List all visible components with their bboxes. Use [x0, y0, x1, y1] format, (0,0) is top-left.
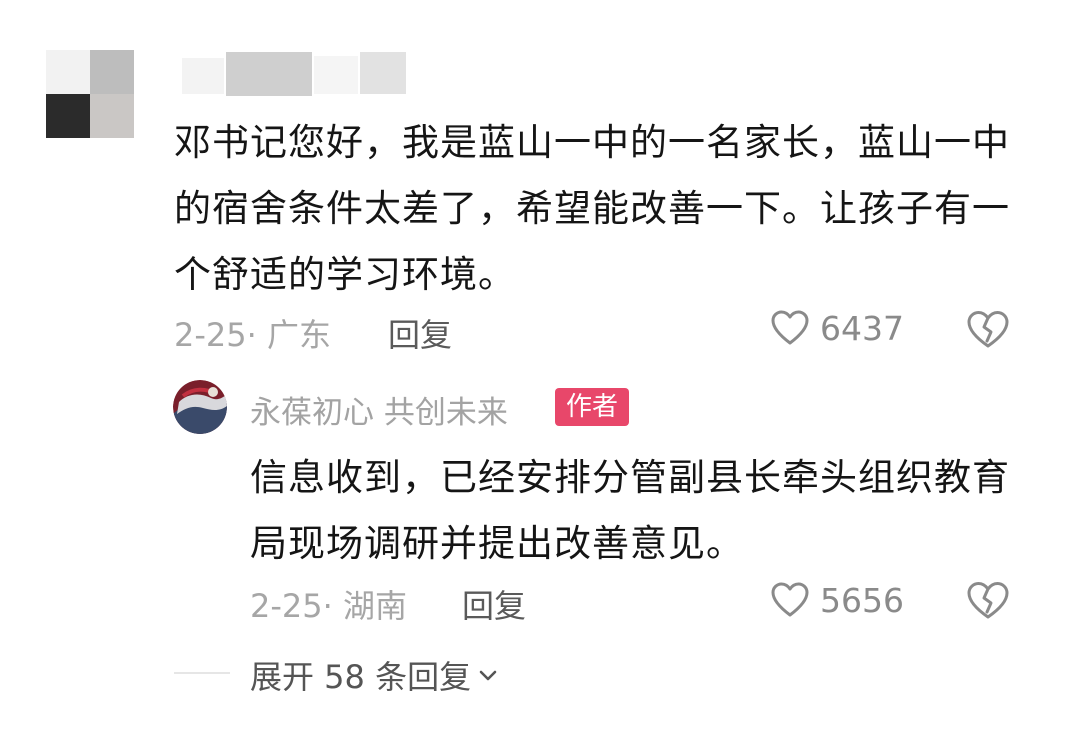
author-name[interactable]: 永葆初心 共创未来 — [250, 387, 508, 432]
avatar-pixel — [90, 94, 134, 138]
reply-text: 信息收到，已经安排分管副县长牵头组织教育局现场调研并提出改善意见。 — [250, 456, 1010, 565]
reply-meta: 2-25· 湖南 — [250, 587, 407, 625]
expand-replies-button[interactable]: 展开 58 条回复 — [250, 652, 499, 698]
broken-heart-icon — [967, 311, 1009, 348]
avatar-pixel — [90, 50, 134, 94]
like-count: 5656 — [820, 580, 904, 620]
reply-like-button[interactable]: 5656 — [770, 580, 904, 620]
reply-button[interactable]: 回复 — [388, 310, 452, 356]
broken-heart-icon — [967, 582, 1009, 619]
heart-icon — [771, 310, 809, 345]
heart-icon — [771, 582, 809, 617]
author-avatar-image — [173, 380, 227, 434]
like-count: 6437 — [820, 308, 904, 348]
reply-dislike-button[interactable] — [966, 579, 1010, 625]
censor-block — [314, 56, 358, 94]
comment-meta: 2-25· 广东 — [174, 316, 331, 354]
censor-block — [360, 52, 406, 94]
expand-replies-label: 展开 58 条回复 — [250, 658, 472, 696]
avatar-pixel — [46, 50, 90, 94]
author-badge: 作者 — [555, 388, 629, 426]
censor-block — [226, 52, 312, 96]
author-avatar[interactable] — [173, 380, 227, 434]
like-button[interactable]: 6437 — [770, 308, 904, 348]
reply-reply-button[interactable]: 回复 — [462, 581, 526, 627]
chevron-down-icon — [479, 670, 497, 681]
censor-block — [182, 58, 224, 94]
comment-text: 邓书记您好，我是蓝山一中的一名家长，蓝山一中的宿舍条件太差了，希望能改善一下。让… — [174, 121, 1010, 296]
divider — [174, 672, 230, 674]
avatar-pixel — [46, 94, 90, 138]
dislike-button[interactable] — [966, 308, 1010, 354]
